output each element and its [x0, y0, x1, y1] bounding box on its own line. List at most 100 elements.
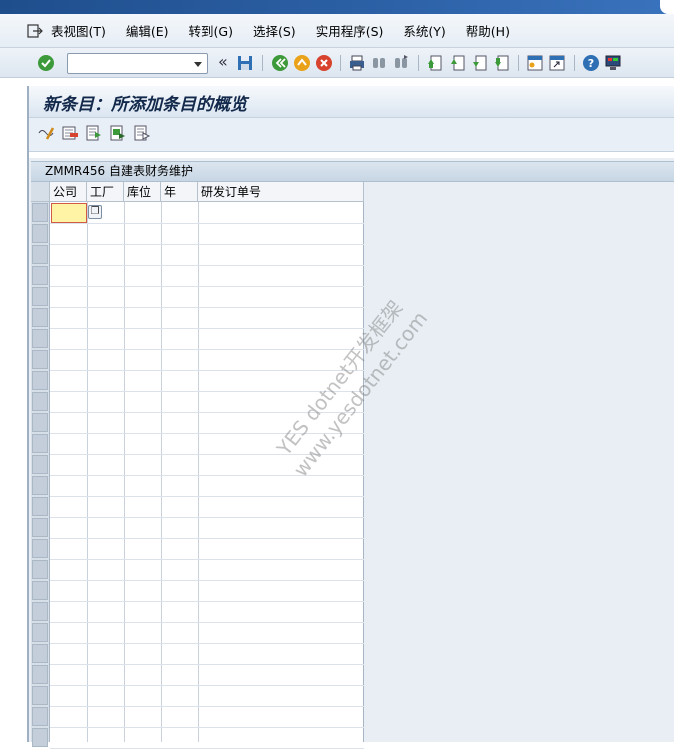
row-selector[interactable]	[32, 581, 48, 600]
row-selector-column	[31, 202, 50, 747]
company-input-field[interactable]	[51, 203, 87, 223]
table-caption: ZMMR456 自建表财务维护	[31, 161, 674, 182]
select-all-icon[interactable]	[85, 124, 103, 142]
menu-utilities[interactable]: 实用程序(S)	[316, 21, 384, 40]
column-header-rd-order-number[interactable]: 研发订单号	[198, 182, 364, 202]
row-selector[interactable]	[32, 455, 48, 474]
last-page-icon[interactable]	[493, 54, 511, 72]
row-selector[interactable]	[32, 203, 48, 222]
column-header-year[interactable]: 年	[161, 182, 198, 202]
column-header-storage-location[interactable]: 库位	[124, 182, 161, 202]
row-selector[interactable]	[32, 266, 48, 285]
row-selector[interactable]	[32, 392, 48, 411]
table-row	[50, 286, 364, 287]
command-field[interactable]	[67, 53, 208, 74]
row-selector[interactable]	[32, 560, 48, 579]
row-selector[interactable]	[32, 644, 48, 663]
column-header-company[interactable]: 公司	[50, 182, 87, 202]
table-row	[50, 559, 364, 560]
row-selector[interactable]	[32, 350, 48, 369]
table-row	[50, 685, 364, 686]
row-selector[interactable]	[32, 728, 48, 747]
change-display-icon[interactable]	[37, 124, 55, 142]
row-selector[interactable]	[32, 518, 48, 537]
table-row	[50, 349, 364, 350]
table-row	[50, 622, 364, 623]
table-row	[50, 244, 364, 245]
menu-exit-icon[interactable]	[27, 23, 43, 39]
row-selector[interactable]	[32, 539, 48, 558]
next-page-icon[interactable]	[471, 54, 489, 72]
save-icon[interactable]	[236, 54, 254, 72]
table-row	[50, 664, 364, 665]
row-selector[interactable]	[32, 434, 48, 453]
row-selector[interactable]	[32, 287, 48, 306]
table-row	[50, 370, 364, 371]
toolbar-separator	[574, 55, 575, 71]
window-corner	[660, 0, 674, 14]
collapse-chevron-icon[interactable]: «	[218, 52, 228, 71]
row-selector[interactable]	[32, 602, 48, 621]
row-selector[interactable]	[32, 665, 48, 684]
row-selector[interactable]	[32, 308, 48, 327]
row-selector[interactable]	[32, 497, 48, 516]
menu-system[interactable]: 系统(Y)	[403, 21, 445, 40]
row-selector[interactable]	[32, 623, 48, 642]
find-icon[interactable]	[370, 54, 388, 72]
select-all-rows-button[interactable]	[31, 182, 50, 202]
table-row	[50, 706, 364, 707]
table-row	[50, 643, 364, 644]
menu-edit[interactable]: 编辑(E)	[126, 21, 169, 40]
deselect-all-icon[interactable]	[133, 124, 151, 142]
menu-select[interactable]: 选择(S)	[253, 21, 296, 40]
table-row	[50, 475, 364, 476]
table-control[interactable]: 公司 工厂 库位 年 研发订单号 ❐	[31, 182, 364, 749]
row-selector[interactable]	[32, 413, 48, 432]
delete-icon[interactable]	[61, 124, 79, 142]
table-row	[50, 265, 364, 266]
table-row	[50, 580, 364, 581]
find-next-icon[interactable]	[392, 54, 410, 72]
print-icon[interactable]	[348, 54, 366, 72]
chevron-down-icon[interactable]	[194, 62, 202, 67]
menu-table-view[interactable]: 表视图(T)	[51, 21, 106, 40]
column-divider	[161, 202, 162, 742]
page-title: 新条目：所添加条目的概览	[43, 95, 247, 115]
new-session-icon[interactable]	[526, 54, 544, 72]
enter-check-icon[interactable]	[37, 54, 55, 72]
menu-bar: 表视图(T) 编辑(E) 转到(G) 选择(S) 实用程序(S) 系统(Y) 帮…	[0, 14, 674, 48]
table-row	[50, 601, 364, 602]
table-row	[50, 412, 364, 413]
cancel-icon[interactable]	[315, 54, 333, 72]
toolbar-separator	[340, 55, 341, 71]
back-icon[interactable]	[271, 54, 289, 72]
table-row	[50, 328, 364, 329]
row-selector[interactable]	[32, 329, 48, 348]
row-selector[interactable]	[32, 245, 48, 264]
customize-layout-icon[interactable]	[604, 54, 622, 72]
application-toolbar	[29, 118, 674, 152]
row-selector[interactable]	[32, 224, 48, 243]
table-row	[50, 433, 364, 434]
shortcut-icon[interactable]	[548, 54, 566, 72]
row-selector[interactable]	[32, 371, 48, 390]
column-divider	[87, 202, 88, 742]
menu-help[interactable]: 帮助(H)	[466, 21, 510, 40]
table-row	[50, 223, 364, 224]
toolbar-separator	[418, 55, 419, 71]
row-selector[interactable]	[32, 686, 48, 705]
column-header-plant[interactable]: 工厂	[87, 182, 124, 202]
row-selector[interactable]	[32, 707, 48, 726]
select-block-icon[interactable]	[109, 124, 127, 142]
svg-text:?: ?	[588, 57, 594, 70]
row-selector[interactable]	[32, 476, 48, 495]
column-divider	[198, 202, 199, 742]
prev-page-icon[interactable]	[449, 54, 467, 72]
table-row	[50, 391, 364, 392]
help-icon[interactable]: ?	[582, 54, 600, 72]
toolbar-separator	[262, 55, 263, 71]
menu-goto[interactable]: 转到(G)	[189, 21, 233, 40]
value-help-icon[interactable]: ❐	[88, 205, 102, 219]
first-page-icon[interactable]	[426, 54, 444, 72]
exit-icon[interactable]	[293, 54, 311, 72]
